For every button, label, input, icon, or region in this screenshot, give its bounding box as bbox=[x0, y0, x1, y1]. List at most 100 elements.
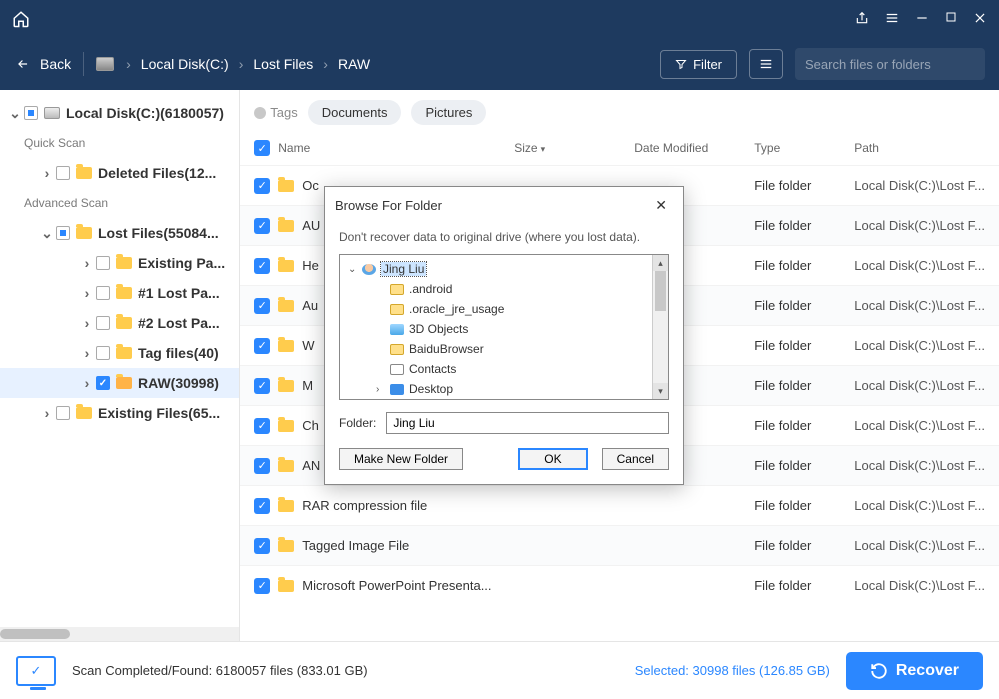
dialog-title: Browse For Folder bbox=[335, 198, 442, 213]
select-all-checkbox[interactable] bbox=[254, 140, 270, 156]
folder-icon bbox=[278, 340, 294, 352]
dialog-close-icon[interactable]: ✕ bbox=[649, 195, 673, 216]
row-path: Local Disk(C:)\Lost F... bbox=[854, 378, 985, 393]
menu-icon[interactable] bbox=[885, 11, 899, 28]
window-controls bbox=[855, 11, 987, 28]
sidebar-hscrollbar[interactable] bbox=[0, 627, 239, 641]
row-path: Local Disk(C:)\Lost F... bbox=[854, 538, 985, 553]
maximize-icon[interactable] bbox=[945, 11, 957, 28]
view-list-button[interactable] bbox=[749, 49, 783, 79]
minimize-icon[interactable] bbox=[915, 11, 929, 28]
dialog-tree-item[interactable]: BaiduBrowser bbox=[340, 339, 668, 359]
search-box[interactable] bbox=[795, 48, 985, 80]
row-name: RAR compression file bbox=[302, 498, 427, 513]
folder-icon bbox=[278, 380, 294, 392]
row-checkbox[interactable] bbox=[254, 258, 270, 274]
table-row[interactable]: Microsoft PowerPoint Presenta... File fo… bbox=[240, 565, 999, 605]
tree-item-lost2[interactable]: ›#2 Lost Pa... bbox=[0, 308, 239, 338]
cancel-button[interactable]: Cancel bbox=[602, 448, 669, 470]
row-checkbox[interactable] bbox=[254, 458, 270, 474]
close-icon[interactable] bbox=[973, 11, 987, 28]
col-name[interactable]: Name bbox=[278, 141, 514, 155]
row-checkbox[interactable] bbox=[254, 338, 270, 354]
folder-icon bbox=[390, 344, 404, 355]
tree-item-existing-pa[interactable]: ›Existing Pa... bbox=[0, 248, 239, 278]
row-path: Local Disk(C:)\Lost F... bbox=[854, 338, 985, 353]
cube-icon bbox=[390, 324, 404, 335]
sort-icon: ▾ bbox=[541, 144, 546, 154]
dialog-tree-item[interactable]: Contacts bbox=[340, 359, 668, 379]
col-path[interactable]: Path bbox=[854, 141, 985, 155]
recover-button[interactable]: Recover bbox=[846, 652, 983, 690]
tree-item-raw[interactable]: ›RAW(30998) bbox=[0, 368, 239, 398]
crumb-raw[interactable]: RAW bbox=[338, 56, 370, 72]
table-row[interactable]: Tagged Image File File folder Local Disk… bbox=[240, 525, 999, 565]
crumb-root[interactable]: Local Disk(C:) bbox=[141, 56, 229, 72]
scan-complete-icon: ✓ bbox=[16, 656, 56, 686]
tags-label: Tags bbox=[254, 105, 297, 120]
dialog-tree-item[interactable]: .oracle_jre_usage bbox=[340, 299, 668, 319]
tree-item-existing[interactable]: ›Existing Files(65... bbox=[0, 398, 239, 428]
row-type: File folder bbox=[754, 258, 854, 273]
sidebar: ⌄Local Disk(C:)(6180057) Quick Scan ›Del… bbox=[0, 90, 240, 641]
row-type: File folder bbox=[754, 498, 854, 513]
row-type: File folder bbox=[754, 458, 854, 473]
row-path: Local Disk(C:)\Lost F... bbox=[854, 418, 985, 433]
tree-item-deleted[interactable]: ›Deleted Files(12... bbox=[0, 158, 239, 188]
tree-item-tagfiles[interactable]: ›Tag files(40) bbox=[0, 338, 239, 368]
tree-item-lost1[interactable]: ›#1 Lost Pa... bbox=[0, 278, 239, 308]
desktop-icon bbox=[390, 384, 404, 395]
search-input[interactable] bbox=[805, 57, 981, 72]
dialog-folder-tree[interactable]: ⌄Jing Liu.android.oracle_jre_usage3D Obj… bbox=[339, 254, 669, 400]
folder-icon bbox=[278, 300, 294, 312]
folder-icon bbox=[278, 220, 294, 232]
folder-input[interactable] bbox=[386, 412, 669, 434]
folder-icon bbox=[278, 260, 294, 272]
tree-root[interactable]: ⌄Local Disk(C:)(6180057) bbox=[0, 98, 239, 128]
tag-pictures[interactable]: Pictures bbox=[411, 100, 486, 125]
make-new-folder-button[interactable]: Make New Folder bbox=[339, 448, 463, 470]
row-checkbox[interactable] bbox=[254, 538, 270, 554]
disk-icon bbox=[44, 107, 60, 119]
folder-icon bbox=[76, 227, 92, 239]
root-checkbox[interactable] bbox=[24, 106, 38, 120]
dialog-tree-item[interactable]: ›Desktop bbox=[340, 379, 668, 399]
col-size[interactable]: Size▾ bbox=[514, 141, 634, 155]
row-checkbox[interactable] bbox=[254, 498, 270, 514]
row-type: File folder bbox=[754, 218, 854, 233]
quick-scan-group: Quick Scan bbox=[0, 128, 239, 158]
row-checkbox[interactable] bbox=[254, 418, 270, 434]
folder-icon bbox=[278, 420, 294, 432]
dialog-tree-item[interactable]: .android bbox=[340, 279, 668, 299]
back-button[interactable]: Back bbox=[14, 56, 71, 72]
folder-icon bbox=[278, 580, 294, 592]
share-icon[interactable] bbox=[855, 11, 869, 28]
col-date[interactable]: Date Modified bbox=[634, 141, 754, 155]
dialog-scrollbar[interactable]: ▴▾ bbox=[652, 255, 668, 399]
ok-button[interactable]: OK bbox=[518, 448, 587, 470]
row-name: Microsoft PowerPoint Presenta... bbox=[302, 578, 491, 593]
tree-item-lost[interactable]: ⌄Lost Files(55084... bbox=[0, 218, 239, 248]
row-checkbox[interactable] bbox=[254, 378, 270, 394]
row-path: Local Disk(C:)\Lost F... bbox=[854, 298, 985, 313]
row-checkbox[interactable] bbox=[254, 578, 270, 594]
breadcrumb[interactable]: ›Local Disk(C:) ›Lost Files ›RAW bbox=[126, 56, 370, 72]
crumb-lost[interactable]: Lost Files bbox=[253, 56, 313, 72]
dialog-tree-item[interactable]: ⌄Jing Liu bbox=[340, 259, 668, 279]
row-type: File folder bbox=[754, 378, 854, 393]
row-type: File folder bbox=[754, 578, 854, 593]
dialog-tree-item[interactable]: 3D Objects bbox=[340, 319, 668, 339]
row-checkbox[interactable] bbox=[254, 178, 270, 194]
home-icon[interactable] bbox=[12, 10, 30, 28]
table-row[interactable]: RAR compression file File folder Local D… bbox=[240, 485, 999, 525]
tag-documents[interactable]: Documents bbox=[308, 100, 402, 125]
row-path: Local Disk(C:)\Lost F... bbox=[854, 498, 985, 513]
row-checkbox[interactable] bbox=[254, 298, 270, 314]
table-header: Name Size▾ Date Modified Type Path bbox=[240, 131, 999, 165]
folder-label: Folder: bbox=[339, 416, 376, 430]
col-type[interactable]: Type bbox=[754, 141, 854, 155]
folder-icon bbox=[116, 287, 132, 299]
row-checkbox[interactable] bbox=[254, 218, 270, 234]
filter-button[interactable]: Filter bbox=[660, 50, 737, 79]
selected-text: Selected: 30998 files (126.85 GB) bbox=[635, 663, 830, 678]
